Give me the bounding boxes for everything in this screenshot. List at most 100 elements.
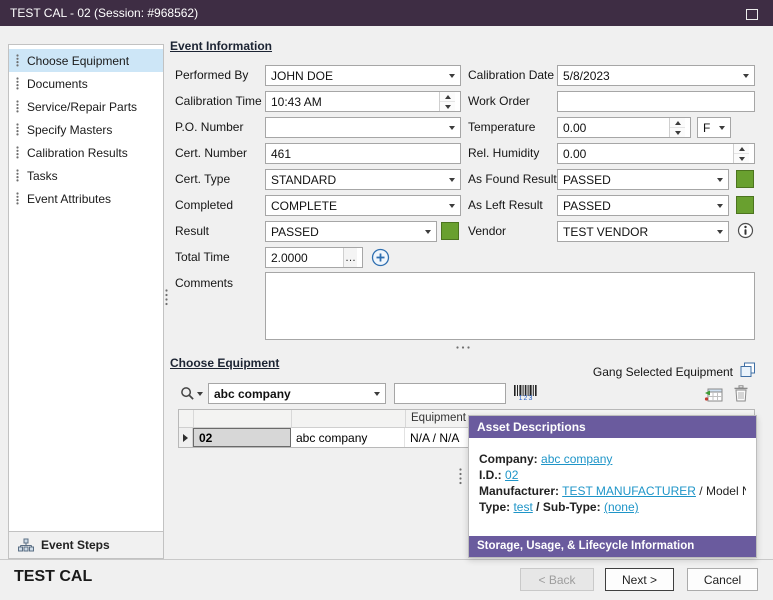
- footer-event-title: TEST CAL: [14, 568, 92, 586]
- sidebar-item-label: Tasks: [27, 169, 58, 183]
- equipment-column-header[interactable]: Equipment: [411, 412, 466, 424]
- performed-by-select[interactable]: JOHN DOE: [265, 65, 461, 86]
- grip-icon: [16, 123, 19, 136]
- chevron-down-icon: [197, 392, 203, 396]
- cert-type-select[interactable]: STANDARD: [265, 169, 461, 190]
- chevron-down-icon: [449, 204, 455, 208]
- back-button[interactable]: < Back: [520, 568, 594, 591]
- calibration-time-spinner[interactable]: 10:43 AM: [265, 91, 461, 112]
- search-icon[interactable]: [178, 384, 205, 403]
- barcode-icon[interactable]: 123: [512, 383, 540, 404]
- sidebar-item-label: Specify Masters: [27, 123, 112, 137]
- temperature-unit-select[interactable]: F: [697, 117, 731, 138]
- equipment-id-cell[interactable]: 02: [193, 428, 291, 447]
- vendor-info-icon[interactable]: [736, 221, 755, 240]
- spinner-buttons[interactable]: [669, 118, 685, 137]
- spinner-buttons[interactable]: [439, 92, 455, 111]
- spinner-buttons[interactable]: [733, 144, 749, 163]
- manufacturer-label: Manufacturer:: [479, 484, 559, 498]
- as-found-result-color-swatch: [736, 170, 754, 188]
- sidebar-item-list: Choose Equipment Documents Service/Repai…: [9, 45, 163, 210]
- vendor-label: Vendor: [468, 224, 506, 238]
- choose-equipment-header: Choose Equipment: [170, 356, 279, 370]
- as-found-result-value: PASSED: [563, 173, 713, 187]
- sidebar-item-label: Service/Repair Parts: [27, 100, 137, 114]
- subtype-label: / Sub-Type:: [536, 500, 600, 514]
- calibration-date-label: Calibration Date: [468, 68, 554, 82]
- spin-up-icon: [739, 147, 745, 151]
- result-value: PASSED: [271, 225, 421, 239]
- sidebar-footer-event-steps[interactable]: Event Steps: [9, 531, 163, 558]
- cancel-button[interactable]: Cancel: [687, 568, 758, 591]
- horizontal-splitter-grip[interactable]: [456, 346, 470, 349]
- cert-number-input[interactable]: [265, 143, 461, 164]
- as-left-result-color-swatch: [736, 196, 754, 214]
- as-found-result-label: As Found Result: [468, 172, 557, 186]
- sidebar-item-service-repair-parts[interactable]: Service/Repair Parts: [9, 95, 163, 118]
- vendor-select[interactable]: TEST VENDOR: [557, 221, 729, 242]
- sidebar-item-calibration-results[interactable]: Calibration Results: [9, 141, 163, 164]
- sidebar-splitter-grip[interactable]: [165, 289, 168, 306]
- rel-humidity-label: Rel. Humidity: [468, 146, 539, 160]
- id-label: I.D.:: [479, 468, 502, 482]
- work-order-input[interactable]: [557, 91, 755, 112]
- spin-down-icon: [675, 131, 681, 135]
- equipment-company-cell[interactable]: abc company: [291, 428, 405, 447]
- gang-equipment-icon[interactable]: [739, 361, 756, 378]
- barcode-digits: 123: [519, 396, 534, 402]
- type-link[interactable]: test: [513, 500, 532, 514]
- event-information-header: Event Information: [170, 39, 272, 53]
- next-button[interactable]: Next >: [605, 568, 674, 591]
- sidebar-item-specify-masters[interactable]: Specify Masters: [9, 118, 163, 141]
- sidebar-item-label: Event Attributes: [27, 192, 111, 206]
- cert-number-label: Cert. Number: [175, 146, 247, 160]
- ellipsis-button[interactable]: …: [343, 248, 357, 267]
- as-left-result-select[interactable]: PASSED: [557, 195, 729, 216]
- company-link[interactable]: abc company: [541, 452, 612, 466]
- result-color-swatch: [441, 222, 459, 240]
- sidebar-item-tasks[interactable]: Tasks: [9, 164, 163, 187]
- cert-type-label: Cert. Type: [175, 172, 230, 186]
- calibration-time-value: 10:43 AM: [271, 95, 322, 109]
- column-separator: [291, 410, 292, 427]
- temperature-spinner[interactable]: 0.00: [557, 117, 691, 138]
- sidebar-item-choose-equipment[interactable]: Choose Equipment: [9, 49, 163, 72]
- performed-by-value: JOHN DOE: [271, 69, 445, 83]
- storage-usage-lifecycle-header: Storage, Usage, & Lifecycle Information: [469, 536, 756, 557]
- performed-by-label: Performed By: [175, 68, 248, 82]
- comments-textarea[interactable]: [265, 272, 755, 340]
- completed-label: Completed: [175, 198, 233, 212]
- type-label: Type:: [479, 500, 510, 514]
- sidebar-footer-label: Event Steps: [41, 538, 110, 552]
- grip-icon: [16, 100, 19, 113]
- equipment-search-input[interactable]: [394, 383, 506, 404]
- calibration-date-select[interactable]: 5/8/2023: [557, 65, 755, 86]
- equipment-list-icon[interactable]: [703, 384, 724, 403]
- rel-humidity-spinner[interactable]: 0.00: [557, 143, 755, 164]
- chevron-down-icon: [743, 74, 749, 78]
- sidebar-item-label: Calibration Results: [27, 146, 128, 160]
- panel-splitter-grip[interactable]: [459, 468, 462, 485]
- manufacturer-link[interactable]: TEST MANUFACTURER: [562, 484, 696, 498]
- maximize-icon[interactable]: [746, 9, 758, 20]
- equipment-filter-select[interactable]: abc company: [208, 383, 386, 404]
- total-time-field[interactable]: 2.0000 …: [265, 247, 363, 268]
- sidebar-item-documents[interactable]: Documents: [9, 72, 163, 95]
- as-found-result-select[interactable]: PASSED: [557, 169, 729, 190]
- result-label: Result: [175, 224, 209, 238]
- chevron-down-icon: [717, 178, 723, 182]
- row-selector-cell[interactable]: [179, 428, 193, 447]
- completed-select[interactable]: COMPLETE: [265, 195, 461, 216]
- id-line: I.D.: 02: [479, 467, 746, 483]
- trash-icon[interactable]: [732, 384, 750, 403]
- result-select[interactable]: PASSED: [265, 221, 437, 242]
- subtype-link[interactable]: (none): [604, 500, 639, 514]
- add-time-button[interactable]: [370, 247, 391, 268]
- po-number-select[interactable]: [265, 117, 461, 138]
- grip-icon: [16, 192, 19, 205]
- chevron-down-icon: [719, 126, 725, 130]
- temperature-unit-value: F: [703, 121, 715, 135]
- asset-descriptions-body: Company: abc company I.D.: 02 Manufactur…: [469, 438, 756, 515]
- sidebar-item-event-attributes[interactable]: Event Attributes: [9, 187, 163, 210]
- id-link[interactable]: 02: [505, 468, 518, 482]
